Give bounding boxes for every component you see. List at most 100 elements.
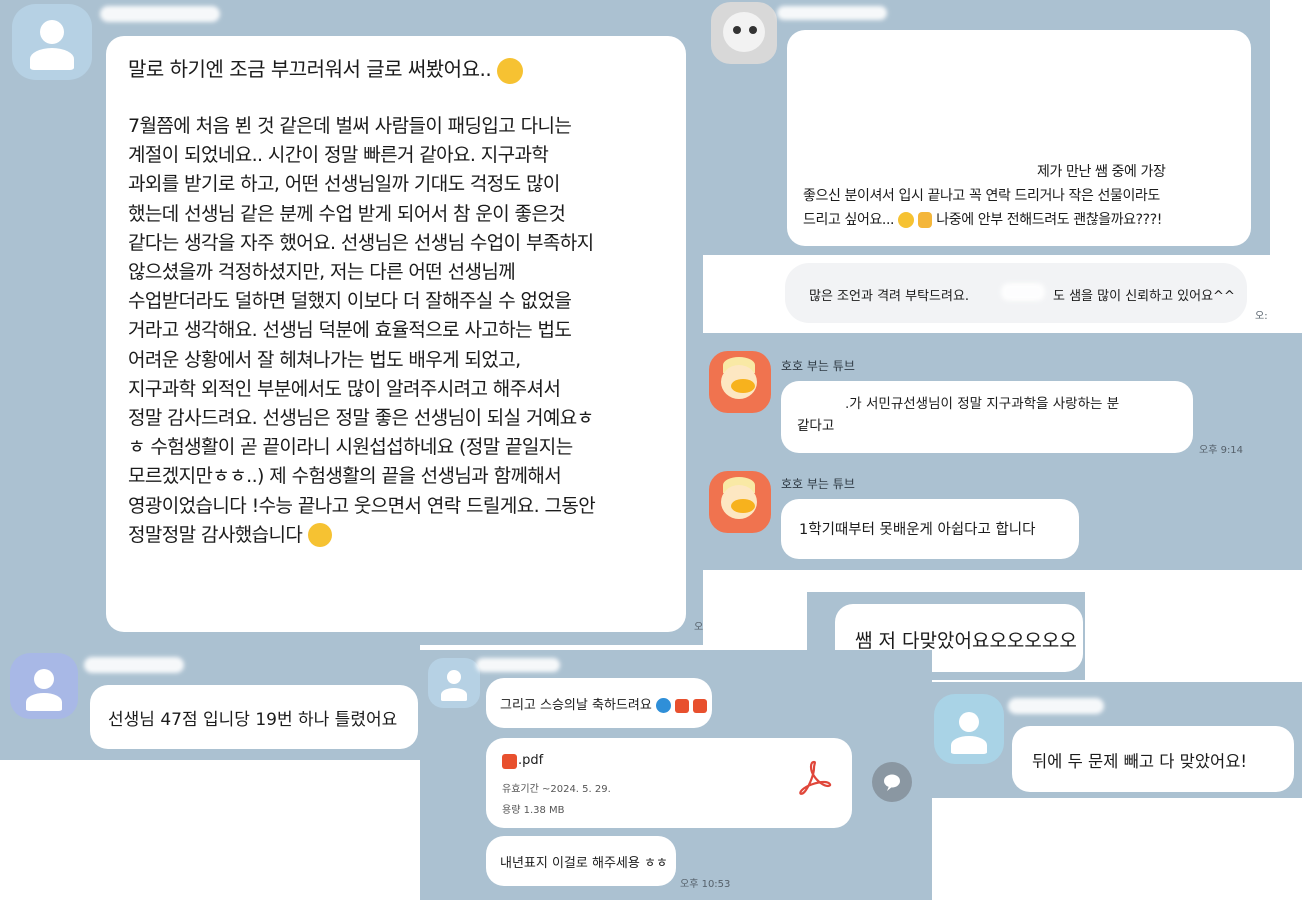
chat-panel-score: 선생님 47점 입니당 19번 하나 틀렸어요 [0, 645, 420, 760]
letter-line: 수업받더라도 덜하면 덜했지 이보다 더 잘해주실 수 없었을 [128, 290, 572, 313]
tube-message-bubble-2[interactable]: 1학기때부터 못배운게 아쉽다고 합니다 [781, 499, 1079, 559]
name-redacted [1001, 283, 1045, 301]
letter-line-text: 정말정말 감사했습니다 [128, 523, 303, 546]
avatar-body-shape [441, 688, 467, 701]
sender-name-redacted [777, 6, 887, 20]
letter-line: 정말정말 감사했습니다 [128, 521, 664, 550]
avatar-body-shape [26, 693, 62, 711]
tube-avatar[interactable] [709, 351, 771, 413]
file-expiry: 유효기간 ~2024. 5. 29. [502, 784, 611, 795]
sender-name: 호호 부는 튜브 [781, 477, 855, 491]
pdf-icon[interactable] [794, 756, 834, 796]
letter-bubble[interactable]: 말로 하기엔 조금 부끄러워서 글로 써봤어요.. 7월쯤에 처음 뵌 것 같은… [106, 36, 686, 632]
letter-line: 7월쯤에 처음 뵌 것 같은데 벌써 사람들이 패딩입고 다니는 [128, 115, 572, 137]
advice-time: 오: [1255, 311, 1268, 322]
two-wrong-bubble[interactable]: 뒤에 두 문제 빼고 다 맞았어요! [1012, 726, 1294, 792]
sender-name-redacted [476, 658, 560, 672]
letter-intro-text: 말로 하기엔 조금 부끄러워서 글로 써봤어요.. [128, 57, 492, 81]
chat-panel-strip [703, 570, 1086, 592]
avatar-head-shape [34, 669, 54, 689]
message-text: 내년표지 이걸로 해주세용 ㅎㅎ [500, 856, 668, 871]
profile-avatar[interactable] [10, 653, 78, 719]
thumbs-up-emoji-icon [918, 212, 933, 228]
file-size: 용량 1.38 MB [502, 805, 565, 816]
sender-name: 호호 부는 튜브 [781, 359, 855, 373]
letter-intro: 말로 하기엔 조금 부끄러워서 글로 써봤어요.. [128, 54, 664, 84]
halo-smile-emoji-icon [898, 212, 915, 228]
tube-message-bubble-1[interactable]: .가 서민규선생님이 정말 지구과학을 사랑하는 분 같다고 [781, 381, 1193, 453]
letter-line-text: ㅎ 수험생활이 곧 끝이라니 시원섭섭하네요 (정말 끝일지는 [128, 436, 573, 459]
message-line: 좋으신 분이셔서 입시 끝나고 꼭 연락 드리거나 작은 선물이라도 [803, 188, 1160, 204]
avatar-head-shape [959, 712, 979, 732]
message-time: 오후 10:53 [680, 879, 731, 890]
dog-face-shape [723, 12, 765, 52]
dog-eye-right [749, 26, 757, 34]
gift-emoji-icon [693, 698, 708, 713]
letter-line: 정말 감사드려요. 선생님은 정말 좋은 선생님이 되실 거예요ㅎ [128, 407, 594, 430]
letter-line: 않으셨을까 걱정하셨지만, 저는 다른 어떤 선생님께 [128, 261, 516, 284]
message-line: .가 서민규선생님이 정말 지구과학을 사랑하는 분 [845, 396, 1120, 412]
globe-emoji-icon [655, 698, 671, 713]
teachers-day-bubble[interactable]: 그리고 스승의날 축하드려요 [486, 678, 712, 728]
avatar-head-shape [40, 20, 64, 44]
gift-emoji-icon [675, 698, 690, 713]
message-text: 1학기때부터 못배운게 아쉽다고 합니다 [799, 522, 1036, 538]
tube-avatar[interactable] [709, 471, 771, 533]
file-attachment-bubble[interactable]: .pdf 유효기간 ~2024. 5. 29. 용량 1.38 MB [486, 738, 852, 828]
letter-line: 거라고 생각해요. 선생님 덕분에 효율적으로 사고하는 법도 [128, 319, 572, 342]
profile-avatar[interactable] [428, 658, 480, 708]
sender-name-redacted [100, 6, 220, 22]
name-redacted [797, 395, 845, 411]
message-text: 쌤 저 다맞았어요오오오오오 [855, 630, 1077, 652]
profile-avatar[interactable] [12, 4, 92, 80]
letter-line: 과외를 받기로 하고, 어떤 선생님일까 기대도 걱정도 많이 [128, 173, 560, 196]
gift-emoji-icon [502, 754, 517, 769]
letter-line: 모르겠지만ㅎㅎ..) 제 수험생활의 끝을 선생님과 함께해서 [128, 465, 562, 488]
file-name: .pdf [518, 753, 544, 768]
message-text: 선생님 47점 입니당 19번 하나 틀렸어요 [108, 710, 398, 730]
letter-line: 했는데 선생님 같은 분께 수업 받게 되어서 참 운이 좋은것 [128, 202, 566, 225]
letter-time: 오 [694, 622, 703, 633]
chat-panel-file: 그리고 스승의날 축하드려요 .pdf 유효기간 ~2024. 5. 29. 용… [420, 650, 932, 900]
chat-panel-best-teacher: 제가 만난 쌤 중에 가장 좋으신 분이셔서 입시 끝나고 꼭 연락 드리거나 … [703, 0, 1270, 255]
advice-text-b: 도 샘을 많이 신뢰하고 있어요^^ [1053, 289, 1235, 304]
message-line-text: 드리고 싶어요... [803, 212, 895, 228]
message-line-text: 나중에 안부 전해드려도 괜찮을까요???! [936, 212, 1162, 228]
chat-panel-two-wrong: 뒤에 두 문제 빼고 다 맞았어요! [932, 682, 1302, 798]
letter-line: 지구과학 외적인 부분에서도 많이 알려주시려고 해주셔서 [128, 377, 561, 400]
chat-panel-tube: 호호 부는 튜브 .가 서민규선생님이 정말 지구과학을 사랑하는 분 같다고 … [703, 333, 1302, 570]
sender-name-redacted [84, 657, 184, 673]
chat-panel-letter: 말로 하기엔 조금 부끄러워서 글로 써봤어요.. 7월쯤에 처음 뵌 것 같은… [0, 0, 703, 645]
avatar-head-shape [447, 670, 461, 684]
advice-bubble[interactable]: 많은 조언과 격려 부탁드려요. 도 샘을 많이 신뢰하고 있어요^^ [785, 263, 1247, 323]
letter-line: 계절이 되었네요.. 시간이 정말 빠른거 같아요. 지구과학 [128, 144, 549, 167]
profile-avatar-dog[interactable] [711, 2, 777, 64]
best-teacher-bubble[interactable]: 제가 만난 쌤 중에 가장 좋으신 분이셔서 입시 끝나고 꼭 연락 드리거나 … [787, 30, 1251, 246]
speech-bubble-icon [884, 774, 900, 791]
letter-line: 어려운 상황에서 잘 헤쳐나가는 법도 배우게 되었고, [128, 348, 521, 371]
chat-panel-advice: 많은 조언과 격려 부탁드려요. 도 샘을 많이 신뢰하고 있어요^^ 오: [703, 255, 1275, 333]
upside-down-face-emoji-icon [307, 523, 332, 548]
sender-name-redacted [1008, 698, 1104, 714]
message-time: 오후 9:14 [1199, 445, 1244, 456]
letter-line: 영광이었습니다 !수능 끝나고 웃으면서 연락 드릴게요. 그동안 [128, 494, 596, 517]
letter-line: ㅎ 수험생활이 곧 끝이라니 시원섭섭하네요 (정말 끝일지는 [128, 433, 664, 462]
dog-eye-left [733, 26, 741, 34]
hugging-emoji-icon [497, 57, 524, 84]
score-bubble[interactable]: 선생님 47점 입니당 19번 하나 틀렸어요 [90, 685, 418, 749]
avatar-body-shape [30, 48, 74, 70]
message-line: 같다고 [797, 418, 835, 434]
advice-text-a: 많은 조언과 격려 부탁드려요. [809, 289, 970, 304]
share-button[interactable] [872, 762, 912, 802]
message-text: 그리고 스승의날 축하드려요 [500, 698, 652, 713]
message-text: 뒤에 두 문제 빼고 다 맞았어요! [1032, 752, 1247, 771]
letter-line: 같다는 생각을 자주 했어요. 선생님은 선생님 수업이 부족하지 [128, 231, 594, 254]
tube-beak-shape [731, 499, 755, 513]
avatar-body-shape [951, 736, 987, 754]
message-line: 드리고 싶어요... 나중에 안부 전해드려도 괜찮을까요???! [803, 208, 1162, 232]
cover-bubble[interactable]: 내년표지 이걸로 해주세용 ㅎㅎ [486, 836, 676, 886]
letter-body: 7월쯤에 처음 뵌 것 같은데 벌써 사람들이 패딩입고 다니는 계절이 되었네… [128, 112, 664, 550]
tube-beak-shape [731, 379, 755, 393]
profile-avatar[interactable] [934, 694, 1004, 764]
message-line: 제가 만난 쌤 중에 가장 [1037, 164, 1166, 180]
